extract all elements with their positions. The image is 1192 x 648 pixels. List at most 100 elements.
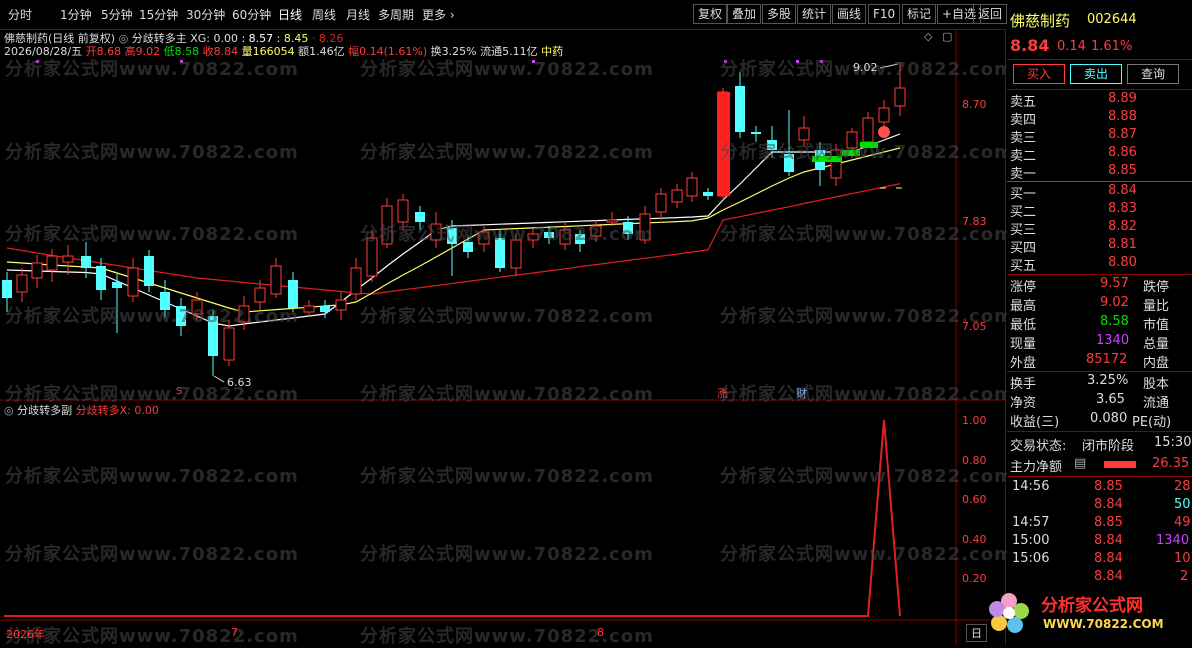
diamond-icon[interactable]: ◇ <box>924 30 932 43</box>
watermark: 分析家公式网www.70822.com <box>360 224 654 245</box>
watermark: 分析家公式网www.70822.com <box>5 544 299 565</box>
candle-body-up <box>671 189 683 203</box>
ask-row[interactable]: 卖四 8.88 <box>1010 109 1190 128</box>
query-button[interactable]: 查询 <box>1127 64 1179 84</box>
adjust-button[interactable]: 复权 <box>693 4 728 24</box>
tick-price: 8.84 <box>1094 497 1123 512</box>
period-15min[interactable]: 15分钟 <box>139 6 178 23</box>
bid-row[interactable]: 买五 8.80 <box>1010 255 1190 274</box>
multi-stock-button[interactable]: 多股 <box>762 4 797 24</box>
stat-label: 换手 <box>1010 377 1037 392</box>
period-5min[interactable]: 5分钟 <box>101 6 133 23</box>
sub-indicator-plot <box>4 419 901 617</box>
tick-price: 8.84 <box>1094 569 1123 584</box>
watermark: 分析家公式网www.70822.com <box>360 384 654 405</box>
stat-value: 9.57 <box>1100 276 1129 291</box>
period-30min[interactable]: 30分钟 <box>186 6 225 23</box>
tick-volume: 50 <box>1174 497 1191 512</box>
stat-value: 0.080 <box>1090 411 1128 426</box>
tick-price: 8.85 <box>1094 479 1123 494</box>
period-weekly[interactable]: 周线 <box>312 6 336 23</box>
sub-indicator-name[interactable]: 分歧转多副 <box>17 404 72 417</box>
candle-body-up <box>254 287 266 303</box>
ask-label: 卖一 <box>1010 167 1037 182</box>
signal-tag[interactable]: S <box>176 386 182 397</box>
bid-row[interactable]: 买三 8.82 <box>1010 219 1190 238</box>
stat-label: 净资 <box>1010 396 1037 411</box>
turnover-value: 换3.25% <box>430 45 477 58</box>
sub-header: ◎ 分歧转多副 分歧转多X: 0.00 <box>4 402 159 418</box>
price-axis-label: 8.70 <box>962 98 987 111</box>
sector-value: 中药 <box>541 45 564 58</box>
mark-button[interactable]: 标记 <box>902 4 937 24</box>
tick-row: 15:00 8.84 1340 <box>1010 533 1190 551</box>
bar-date: 2026/08/28/五 <box>4 45 83 58</box>
candle-body-up <box>46 255 58 271</box>
quote-panel: 佛慈制药 002644 8.84 0.14 1.61% 买入 卖出 查询 卖五 8… <box>989 0 1192 645</box>
kline-chart-area[interactable]: 分析家公式网www.70822.com 分析家公式网www.70822.com … <box>0 30 1013 647</box>
period-multi[interactable]: 多周期 <box>378 6 414 23</box>
stat-label-2: 流通 <box>1143 396 1170 411</box>
sub-axis-label: 0.40 <box>962 533 987 546</box>
bid-price: 8.81 <box>1108 237 1137 252</box>
stat-row: 净资 3.65 流通 <box>1010 392 1190 411</box>
sub-indicator-value: 分歧转多X: 0.00 <box>75 404 159 417</box>
tick-volume: 1340 <box>1156 533 1190 548</box>
last-price: 8.84 <box>1010 36 1050 55</box>
bid-row[interactable]: 买二 8.83 <box>1010 201 1190 220</box>
limit-up-tag[interactable]: 涨 <box>717 385 728 401</box>
trade-status-row: 交易状态: 闭市阶段 15:30 <box>1010 435 1192 454</box>
candle-body-up <box>350 267 362 295</box>
stat-row: 涨停 9.57 跌停 <box>1010 276 1190 295</box>
sell-button[interactable]: 卖出 <box>1070 64 1122 84</box>
list-icon[interactable]: ▤ <box>1074 456 1086 471</box>
draw-line-button[interactable]: 画线 <box>832 4 867 24</box>
period-1min[interactable]: 1分钟 <box>60 6 92 23</box>
bid-row[interactable]: 买四 8.81 <box>1010 237 1190 256</box>
ask-row[interactable]: 卖一 8.85 <box>1010 163 1190 182</box>
stat-label: 现量 <box>1010 337 1037 352</box>
back-button[interactable]: 返回 <box>973 4 1008 24</box>
period-switch-button[interactable]: 日 <box>966 624 987 642</box>
bid-price: 8.82 <box>1108 219 1137 234</box>
f10-button[interactable]: F10 <box>868 4 901 24</box>
stats-button[interactable]: 统计 <box>797 4 832 24</box>
period-monthly[interactable]: 月线 <box>346 6 370 23</box>
ask-row[interactable]: 卖五 8.89 <box>1010 91 1190 110</box>
tick-price: 8.84 <box>1094 533 1123 548</box>
watermark: 分析家公式网www.70822.com <box>360 544 654 565</box>
high-value: 9.02 <box>135 45 161 58</box>
trade-status-label: 交易状态: <box>1010 439 1067 454</box>
buy-button[interactable]: 买入 <box>1013 64 1065 84</box>
overlay-button[interactable]: 叠加 <box>727 4 762 24</box>
price-change-pct: 1.61% <box>1091 39 1133 54</box>
bid-row[interactable]: 买一 8.84 <box>1010 183 1190 202</box>
stat-value: 85172 <box>1086 352 1128 367</box>
window-icon[interactable]: ▢ <box>942 30 952 43</box>
trade-status-time: 15:30 <box>1154 435 1192 450</box>
period-toolbar: 分时 1分钟 5分钟 15分钟 30分钟 60分钟 日线 周线 月线 多周期 更… <box>0 0 1008 30</box>
watermark: 分析家公式网www.70822.com <box>360 142 654 163</box>
stat-label: 涨停 <box>1010 280 1037 295</box>
ask-row[interactable]: 卖三 8.87 <box>1010 127 1190 146</box>
period-60min[interactable]: 60分钟 <box>232 6 271 23</box>
tick-price: 8.85 <box>1094 515 1123 530</box>
stat-label: 最高 <box>1010 299 1037 314</box>
watermark: 分析家公式网www.70822.com <box>5 626 299 647</box>
period-more[interactable]: 更多 › <box>422 6 455 23</box>
low-value: 8.58 <box>174 45 200 58</box>
tick-volume: 49 <box>1174 515 1191 530</box>
ask-row[interactable]: 卖二 8.86 <box>1010 145 1190 164</box>
ask-label: 卖三 <box>1010 131 1037 146</box>
finance-tag[interactable]: 财 <box>796 385 807 401</box>
ask-label: 卖二 <box>1010 149 1037 164</box>
stat-label: 收益(三) <box>1010 415 1060 430</box>
watermark: 分析家公式网www.70822.com <box>5 306 299 327</box>
ask-price: 8.85 <box>1108 163 1137 178</box>
period-daily[interactable]: 日线 <box>278 6 302 23</box>
candle-body-up <box>397 199 409 223</box>
stat-label-2: 总量 <box>1143 337 1170 352</box>
candle-body-up <box>878 107 890 123</box>
period-intraday[interactable]: 分时 <box>8 6 32 23</box>
sub-toggle-icon[interactable]: ◎ <box>4 404 14 417</box>
